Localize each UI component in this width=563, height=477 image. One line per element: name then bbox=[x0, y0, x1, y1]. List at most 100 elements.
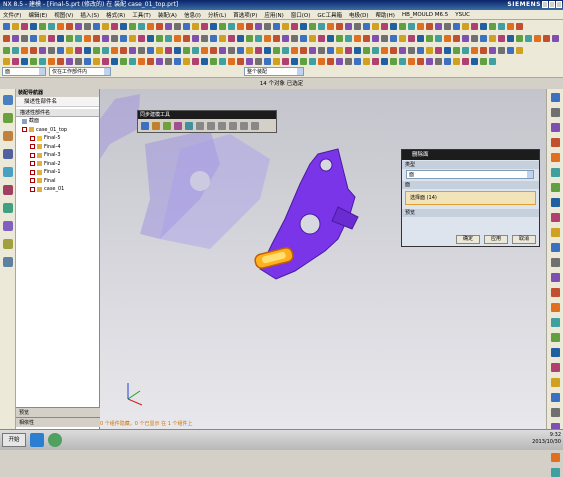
mirror-face-icon[interactable] bbox=[229, 122, 237, 130]
toolbar-tool-icon[interactable] bbox=[372, 22, 379, 30]
toolbar-tool-icon[interactable] bbox=[12, 46, 19, 54]
toolbar-tool-icon[interactable] bbox=[300, 34, 307, 42]
toolbar-tool-icon[interactable] bbox=[30, 34, 37, 42]
tree-item[interactable]: case_01 bbox=[16, 185, 99, 194]
checkbox-icon[interactable] bbox=[30, 186, 35, 192]
toolbar-tool-icon[interactable] bbox=[138, 46, 145, 54]
toolbar-tool-icon[interactable] bbox=[66, 57, 73, 65]
part-navigator-icon[interactable] bbox=[2, 131, 13, 141]
ok-button[interactable]: 确定 bbox=[456, 235, 480, 244]
model-view[interactable] bbox=[100, 89, 546, 429]
toolbar-tool-icon[interactable] bbox=[255, 57, 262, 65]
toolbar-tool-icon[interactable] bbox=[417, 46, 424, 54]
type-dropdown[interactable]: 面 bbox=[406, 170, 534, 179]
toolbar-tool-icon[interactable] bbox=[273, 57, 280, 65]
toolbar-tool-icon[interactable] bbox=[525, 34, 532, 42]
toolbar-tool-icon[interactable] bbox=[165, 22, 172, 30]
toolbar-tool-icon[interactable] bbox=[264, 57, 271, 65]
feature-tool-icon[interactable] bbox=[550, 408, 560, 417]
toolbar-tool-icon[interactable] bbox=[246, 57, 253, 65]
process-studio-icon[interactable] bbox=[2, 203, 13, 213]
toolbar-tool-icon[interactable] bbox=[444, 34, 451, 42]
toolbar-tool-icon[interactable] bbox=[489, 57, 496, 65]
toolbar-tool-icon[interactable] bbox=[3, 34, 10, 42]
toolbar-tool-icon[interactable] bbox=[228, 57, 235, 65]
reuse-library-icon[interactable] bbox=[2, 149, 13, 159]
toolbar-tool-icon[interactable] bbox=[201, 22, 208, 30]
toolbar-tool-icon[interactable] bbox=[327, 34, 334, 42]
type-filter-dropdown[interactable]: 面 bbox=[2, 67, 46, 76]
toolbar-tool-icon[interactable] bbox=[453, 34, 460, 42]
toolbar-tool-icon[interactable] bbox=[435, 57, 442, 65]
toolbar-tool-icon[interactable] bbox=[489, 46, 496, 54]
history-icon[interactable] bbox=[2, 167, 13, 177]
tree-item[interactable]: Final bbox=[16, 177, 99, 186]
toolbar-tool-icon[interactable] bbox=[237, 57, 244, 65]
close-button[interactable] bbox=[556, 1, 562, 8]
toolbar-tool-icon[interactable] bbox=[84, 57, 91, 65]
toolbar-tool-icon[interactable] bbox=[183, 57, 190, 65]
toolbar-tool-icon[interactable] bbox=[273, 34, 280, 42]
toolbar-tool-icon[interactable] bbox=[111, 34, 118, 42]
maximize-button[interactable] bbox=[549, 1, 555, 8]
toolbar-tool-icon[interactable] bbox=[462, 34, 469, 42]
toolbar-tool-icon[interactable] bbox=[426, 22, 433, 30]
toolbar-tool-icon[interactable] bbox=[435, 34, 442, 42]
assembly-navigator-icon[interactable] bbox=[2, 95, 13, 105]
app-taskbar-icon[interactable] bbox=[48, 433, 62, 447]
toolbar-tool-icon[interactable] bbox=[147, 57, 154, 65]
feature-tool-icon[interactable] bbox=[550, 168, 560, 177]
toolbar-tool-icon[interactable] bbox=[183, 34, 190, 42]
toolbar-tool-icon[interactable] bbox=[399, 57, 406, 65]
toolbar-tool-icon[interactable] bbox=[507, 22, 514, 30]
assembly-scope-dropdown[interactable]: 整个装配 bbox=[244, 67, 304, 76]
tree-item[interactable]: Final-1 bbox=[16, 168, 99, 177]
toolbar-tool-icon[interactable] bbox=[201, 57, 208, 65]
feature-tool-icon[interactable] bbox=[550, 243, 560, 252]
toolbar-tool-icon[interactable] bbox=[183, 46, 190, 54]
toolbar-tool-icon[interactable] bbox=[237, 46, 244, 54]
toolbar-tool-icon[interactable] bbox=[381, 57, 388, 65]
tree-item[interactable]: Final-5 bbox=[16, 134, 99, 143]
toolbar-tool-icon[interactable] bbox=[84, 34, 91, 42]
toolbar-tool-icon[interactable] bbox=[246, 22, 253, 30]
toolbar-tool-icon[interactable] bbox=[165, 46, 172, 54]
checkbox-icon[interactable] bbox=[30, 152, 35, 158]
toolbar-tool-icon[interactable] bbox=[255, 22, 262, 30]
toolbar-tool-icon[interactable] bbox=[354, 57, 361, 65]
toolbar-tool-icon[interactable] bbox=[156, 57, 163, 65]
toolbar-tool-icon[interactable] bbox=[291, 22, 298, 30]
toolbar-tool-icon[interactable] bbox=[381, 46, 388, 54]
paste-face-icon[interactable] bbox=[218, 122, 226, 130]
toolbar-tool-icon[interactable] bbox=[318, 22, 325, 30]
toolbar-tool-icon[interactable] bbox=[147, 22, 154, 30]
toolbar-tool-icon[interactable] bbox=[300, 57, 307, 65]
toolbar-tool-icon[interactable] bbox=[363, 57, 370, 65]
toolbar-tool-icon[interactable] bbox=[21, 34, 28, 42]
toolbar-tool-icon[interactable] bbox=[471, 34, 478, 42]
toolbar-tool-icon[interactable] bbox=[489, 22, 496, 30]
toolbar-tool-icon[interactable] bbox=[345, 22, 352, 30]
toolbar-tool-icon[interactable] bbox=[129, 57, 136, 65]
toolbar-tool-icon[interactable] bbox=[201, 46, 208, 54]
toolbar-tool-icon[interactable] bbox=[309, 34, 316, 42]
toolbar-tool-icon[interactable] bbox=[462, 46, 469, 54]
tree-item[interactable]: Final-2 bbox=[16, 160, 99, 169]
toolbar-tool-icon[interactable] bbox=[66, 22, 73, 30]
toolbar-tool-icon[interactable] bbox=[138, 22, 145, 30]
toolbar-tool-icon[interactable] bbox=[48, 22, 55, 30]
toolbar-tool-icon[interactable] bbox=[282, 34, 289, 42]
toolbar-tool-icon[interactable] bbox=[471, 57, 478, 65]
toolbar-tool-icon[interactable] bbox=[282, 22, 289, 30]
toolbar-tool-icon[interactable] bbox=[417, 22, 424, 30]
toolbar-tool-icon[interactable] bbox=[417, 34, 424, 42]
palettes-icon[interactable] bbox=[2, 257, 13, 267]
toolbar-tool-icon[interactable] bbox=[516, 46, 523, 54]
menu-analysis[interactable]: 分析(L) bbox=[208, 11, 226, 19]
toolbar-tool-icon[interactable] bbox=[354, 22, 361, 30]
toolbar-tool-icon[interactable] bbox=[228, 34, 235, 42]
toolbar-tool-icon[interactable] bbox=[507, 46, 514, 54]
toolbar-tool-icon[interactable] bbox=[399, 34, 406, 42]
toolbar-tool-icon[interactable] bbox=[111, 57, 118, 65]
toolbar-tool-icon[interactable] bbox=[48, 57, 55, 65]
